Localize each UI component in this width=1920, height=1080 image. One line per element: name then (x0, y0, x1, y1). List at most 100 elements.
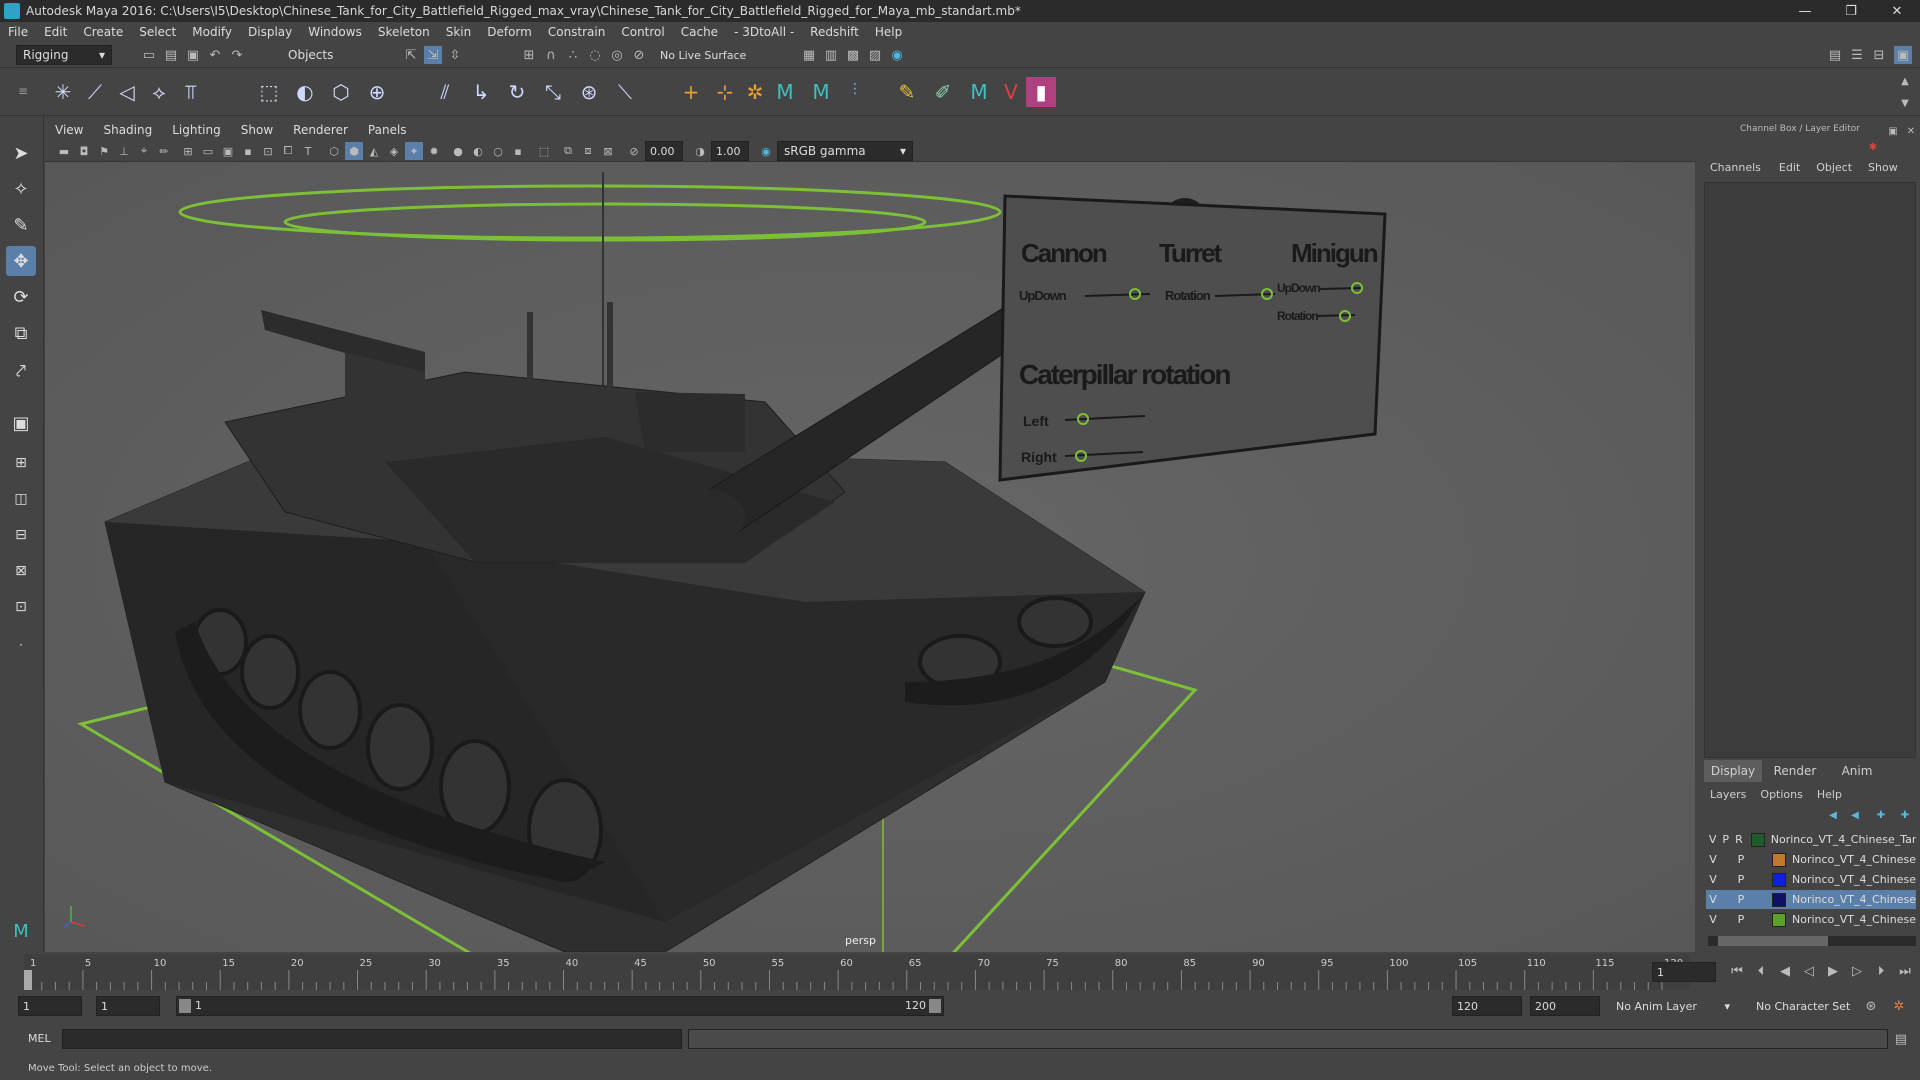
go-to-end-icon[interactable]: ⏭ (1896, 962, 1914, 980)
new-layer-icon[interactable]: ✚ (1872, 806, 1890, 824)
current-time-marker[interactable] (24, 970, 32, 990)
lasso-tool-icon[interactable]: ✧ (6, 174, 36, 204)
menu-skeleton[interactable]: Skeleton (370, 25, 438, 39)
layer-reference-toggle[interactable]: R (1732, 833, 1745, 846)
motion-blur-icon[interactable]: ◐ (469, 142, 487, 160)
persp-graph-layout-icon[interactable]: ⊠ (6, 556, 36, 586)
wireframe-on-shaded-icon[interactable]: ◭ (365, 142, 383, 160)
layer-row[interactable]: V P Norinco_VT_4_Chinese (1706, 910, 1916, 929)
hypershade-icon[interactable]: ◉ (888, 46, 906, 64)
channel-box-key-icon[interactable]: ✱ (1864, 138, 1882, 156)
channel-list[interactable] (1704, 182, 1916, 758)
locator-icon[interactable]: + (676, 77, 706, 107)
aim-constraint-icon[interactable]: ⊛ (574, 77, 604, 107)
select-camera-icon[interactable]: ▬ (55, 142, 73, 160)
wireframe-icon[interactable]: ⬡ (325, 142, 343, 160)
layer-scrollbar[interactable] (1708, 936, 1916, 946)
ik-handle-icon[interactable]: ⟋ (80, 77, 110, 107)
viewport-menu-panels[interactable]: Panels (358, 123, 417, 137)
tab-display[interactable]: Display (1704, 760, 1762, 782)
tool-settings-icon[interactable]: ⊟ (1870, 46, 1888, 64)
render-frame-icon[interactable]: ▥ (822, 46, 840, 64)
color-management-icon[interactable]: ◉ (757, 142, 775, 160)
image-plane-icon[interactable]: ⊥ (115, 142, 133, 160)
last-tool-icon[interactable]: ⤤ (6, 356, 36, 386)
undo-icon[interactable]: ↶ (206, 46, 224, 64)
viewport-menu-shading[interactable]: Shading (93, 123, 162, 137)
anti-aliasing-icon[interactable]: ○ (489, 142, 507, 160)
side-by-side-layout-icon[interactable]: ◫ (6, 484, 36, 514)
color-space-dropdown[interactable]: sRGB gamma ▾ (777, 141, 913, 161)
use-all-lights-icon[interactable]: ✦ (405, 142, 423, 160)
layer-row[interactable]: V P R Norinco_VT_4_Chinese_Tank (1706, 830, 1916, 849)
menu-3dtoall[interactable]: - 3DtoAll - (726, 25, 802, 39)
ik-spline-icon[interactable]: ◁ (112, 77, 142, 107)
step-forward-frame-icon[interactable]: ▷ (1848, 962, 1866, 980)
layer-visible-toggle[interactable]: V (1706, 873, 1720, 886)
brush-icon[interactable]: ✐ (928, 77, 958, 107)
modeling-toolkit-icon[interactable]: ▤ (1826, 46, 1844, 64)
xray-joints-icon[interactable]: ⧈ (579, 142, 597, 160)
bookmark-icon[interactable]: ⚑ (95, 142, 113, 160)
layer-row[interactable]: V P Norinco_VT_4_Chinese (1706, 870, 1916, 889)
move-tool-icon[interactable]: ✥ (6, 246, 36, 276)
v-tool-icon[interactable]: V (996, 77, 1026, 107)
render-settings-icon[interactable]: ▦ (800, 46, 818, 64)
more-layouts-icon[interactable]: · (6, 630, 36, 660)
channel-object-menu[interactable]: Object (1808, 161, 1860, 174)
layer-visible-toggle[interactable]: V (1706, 853, 1720, 866)
select-object-icon[interactable]: ⇲ (424, 46, 442, 64)
orient-constraint-icon[interactable]: ↻ (502, 77, 532, 107)
layer-color-swatch[interactable] (1751, 832, 1765, 847)
viewport-menu-show[interactable]: Show (231, 123, 283, 137)
range-end-handle[interactable] (929, 999, 941, 1013)
open-scene-icon[interactable]: ▤ (162, 46, 180, 64)
command-language-label[interactable]: MEL (28, 1032, 51, 1045)
render-view-icon[interactable]: ▨ (866, 46, 884, 64)
depth-of-field-icon[interactable]: ▪ (509, 142, 527, 160)
layer-color-swatch[interactable] (1772, 852, 1786, 867)
control-board[interactable]: Cannon Turret Minigun UpDown Rotation Up… (998, 194, 1387, 482)
move-layer-down-icon[interactable]: ◀ (1846, 806, 1864, 824)
layer-color-swatch[interactable] (1772, 872, 1786, 887)
paint-weights-icon[interactable]: ◐ (290, 77, 320, 107)
snap-grid-icon[interactable]: ⊞ (520, 46, 538, 64)
hypershade-layout-icon[interactable]: ⊡ (6, 592, 36, 622)
gamma-icon[interactable]: ◑ (691, 142, 709, 160)
statistics-icon[interactable]: ▮ (1026, 77, 1056, 107)
menu-windows[interactable]: Windows (300, 25, 370, 39)
channel-edit-menu[interactable]: Edit (1771, 161, 1808, 174)
textured-icon[interactable]: ◈ (385, 142, 403, 160)
ipr-render-icon[interactable]: ▩ (844, 46, 862, 64)
parent-constraint-icon[interactable]: ⫽ (430, 77, 460, 107)
field-chart-icon[interactable]: ⊡ (259, 142, 277, 160)
auto-key-icon[interactable]: ⊛ (1862, 997, 1880, 1015)
safe-title-icon[interactable]: T (299, 142, 317, 160)
film-gate-icon[interactable]: ▭ (199, 142, 217, 160)
set-key-icon[interactable]: ✲ (740, 77, 770, 107)
shelf-scroll-up-icon[interactable]: ▲ (1896, 72, 1914, 90)
menu-set-dropdown[interactable]: Rigging ▾ (16, 45, 112, 65)
grease-pencil-icon[interactable]: ✏ (155, 142, 173, 160)
step-back-frame-icon[interactable]: ◀ (1776, 962, 1794, 980)
menu-modify[interactable]: Modify (184, 25, 240, 39)
snap-surface-icon[interactable]: ◎ (608, 46, 626, 64)
character-set-dropdown[interactable]: No Character Set (1752, 996, 1870, 1016)
float-panel-icon[interactable]: ▣ (1884, 122, 1902, 140)
play-backwards-icon[interactable]: ◁ (1800, 962, 1818, 980)
channels-menu[interactable]: Channels (1700, 161, 1771, 174)
menu-display[interactable]: Display (240, 25, 300, 39)
persp-outliner-layout-icon[interactable]: ⊟ (6, 520, 36, 550)
xray-components-icon[interactable]: ⊠ (599, 142, 617, 160)
menu-deform[interactable]: Deform (479, 25, 540, 39)
graph-icon[interactable]: ⋮ (840, 74, 870, 104)
layer-color-swatch[interactable] (1772, 892, 1786, 907)
channel-show-menu[interactable]: Show (1860, 161, 1906, 174)
mash-network-icon[interactable]: M (806, 77, 836, 107)
menu-create[interactable]: Create (75, 25, 131, 39)
shadows-icon[interactable]: ✹ (425, 142, 443, 160)
2d-pan-icon[interactable]: ⌖ (135, 142, 153, 160)
play-forwards-icon[interactable]: ▶ (1824, 962, 1842, 980)
select-tool-icon[interactable]: ➤ (6, 138, 36, 168)
single-pane-layout-icon[interactable]: ▣ (6, 408, 36, 438)
